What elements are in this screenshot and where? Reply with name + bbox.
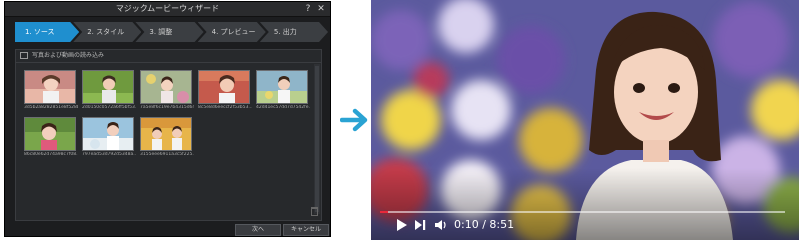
media-thumbnail[interactable] <box>140 70 192 104</box>
thumbnail-caption: 42d41ec57dd7d7542fe... <box>256 105 310 110</box>
media-thumbnail[interactable] <box>256 70 308 104</box>
arrow-right-icon <box>340 108 368 132</box>
media-thumbnail[interactable] <box>82 70 134 104</box>
next-icon[interactable] <box>414 218 428 232</box>
title-bar: マジックムービーウィザード ? ✕ <box>5 2 330 17</box>
help-icon[interactable]: ? <box>302 2 314 16</box>
window-title: マジックムービーウィザード <box>115 4 220 13</box>
thumbnail-caption: 7a5e8f6c19e7b4315d64... <box>140 105 194 110</box>
media-thumbnail[interactable] <box>24 70 76 104</box>
media-thumbnail[interactable] <box>140 117 192 151</box>
step-preview[interactable]: 4. プレビュー <box>198 22 266 42</box>
step-adjust[interactable]: 3. 調整 <box>135 22 203 42</box>
close-icon[interactable]: ✕ <box>315 2 327 16</box>
thumbnail-caption: 3d5b2a8282851e8f528b... <box>24 105 78 110</box>
step-source[interactable]: 1. ソース <box>15 22 79 42</box>
thumbnail-caption: 797ead53d792d5348a... <box>82 152 136 157</box>
time-display: 0:10 / 8:51 <box>454 218 515 231</box>
player-controls: 0:10 / 8:51 <box>396 216 514 234</box>
progress-fill <box>380 211 389 213</box>
play-icon[interactable] <box>396 218 408 232</box>
thumbnail-caption: 3155eee6911a3c5f225... <box>140 152 194 157</box>
thumbnail-caption: 86c80e62d74a98c7f08... <box>24 152 78 157</box>
video-image <box>371 0 799 240</box>
media-scrollbar[interactable] <box>314 64 320 214</box>
media-thumbnail[interactable] <box>24 117 76 151</box>
thumbnail-caption: 2d0150c0572a6ff5bf53... <box>82 105 136 110</box>
import-folder-icon[interactable] <box>20 52 28 59</box>
media-thumbnail[interactable] <box>198 70 250 104</box>
next-button[interactable]: 次へ <box>235 224 281 236</box>
video-frame[interactable] <box>371 0 799 240</box>
wizard-steps: 1. ソース 2. スタイル 3. 調整 4. プレビュー 5. 出力 <box>15 22 322 42</box>
trash-icon[interactable] <box>311 207 318 216</box>
import-label[interactable]: 写真および動画の読み込み <box>32 50 104 62</box>
cancel-button[interactable]: キャンセル <box>283 224 329 236</box>
media-panel: 写真および動画の読み込み 3d5b2a8282851e8f528b... 2d0… <box>15 49 322 221</box>
step-output[interactable]: 5. 出力 <box>260 22 328 42</box>
step-style[interactable]: 2. スタイル <box>73 22 141 42</box>
thumbnail-caption: 8c5e8d6eeccf2f53b53... <box>198 105 252 110</box>
import-bar[interactable]: 写真および動画の読み込み <box>16 50 321 63</box>
video-progress-bar[interactable] <box>380 211 785 213</box>
volume-icon[interactable] <box>434 218 448 232</box>
wizard-window: マジックムービーウィザード ? ✕ 1. ソース 2. スタイル 3. 調整 4… <box>4 1 331 237</box>
media-thumbnail[interactable] <box>82 117 134 151</box>
